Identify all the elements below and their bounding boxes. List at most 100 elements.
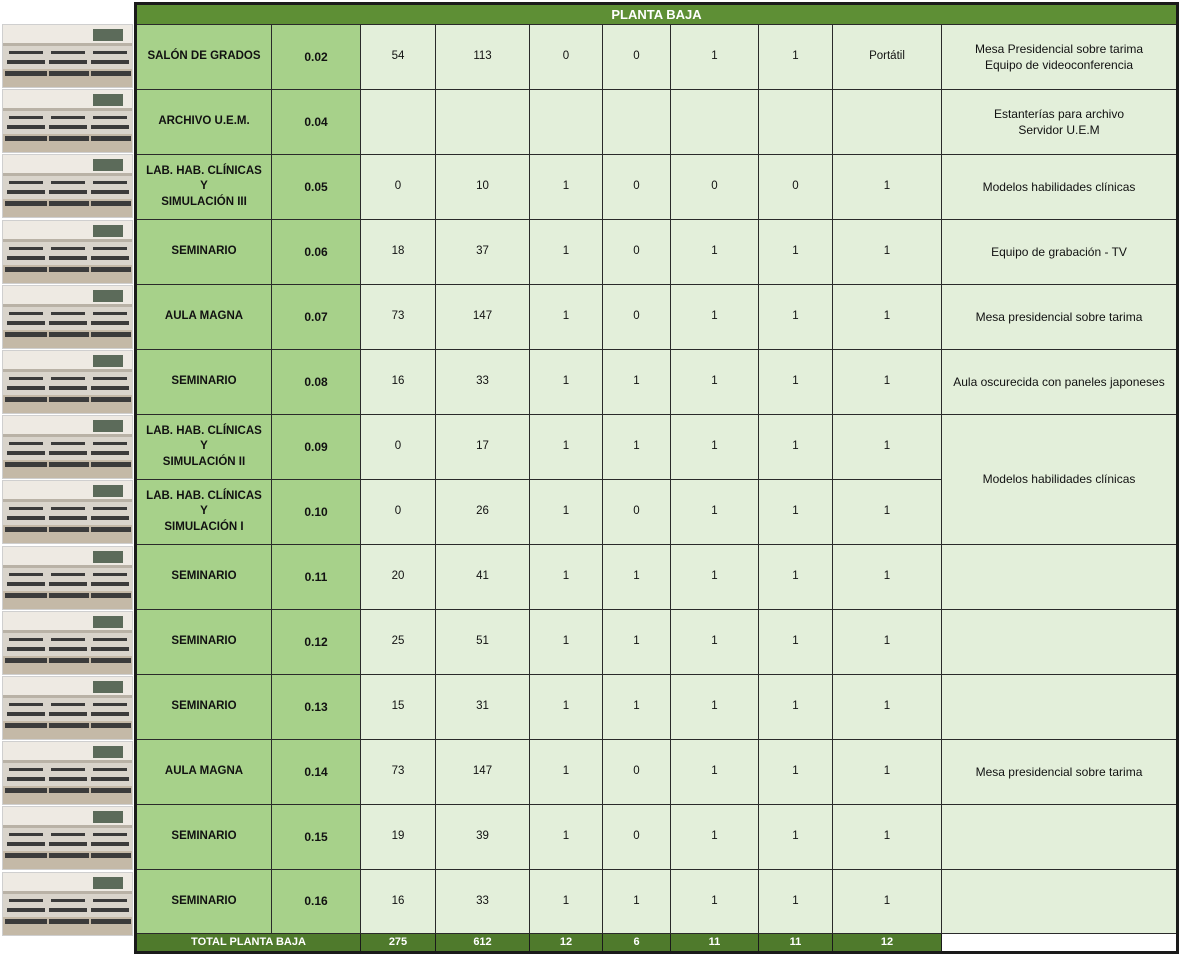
table-row: AULA MAGNA 0.14 73 147 1 0 1 1 1 Mesa presidencia… bbox=[135, 739, 1178, 805]
table-row: SEMINARIO 0.13 15 31 1 1 1 1 1 bbox=[135, 674, 1178, 740]
value-cell: 147 bbox=[435, 284, 530, 350]
room-name-line: SIMULACIÓN II bbox=[162, 455, 246, 468]
observation-line: Modelos habilidades clínicas bbox=[982, 472, 1136, 487]
value-cell bbox=[529, 89, 603, 155]
value-cell: 10 bbox=[435, 154, 530, 220]
value-cell: 0 bbox=[602, 739, 671, 805]
room-name: ARCHIVO U.E.M. bbox=[135, 89, 272, 155]
value-cell bbox=[360, 89, 436, 155]
value-cell: 1 bbox=[758, 284, 833, 350]
room-code: 0.06 bbox=[271, 219, 361, 285]
observations-cell: Aula oscurecida con paneles japoneses bbox=[941, 349, 1178, 415]
room-name-line: SEMINARIO bbox=[171, 375, 237, 388]
value-cell: 1 bbox=[758, 739, 833, 805]
value-cell: 1 bbox=[832, 219, 942, 285]
room-name-line: LAB. HAB. CLÍNICAS Y bbox=[146, 424, 262, 453]
room-name-line: LAB. HAB. CLÍNICAS Y bbox=[146, 164, 262, 193]
total-value: 11 bbox=[670, 933, 759, 953]
table-row: SEMINARIO 0.08 16 33 1 1 1 1 1 Aula oscurecida co… bbox=[135, 349, 1178, 415]
room-code: 0.14 bbox=[271, 739, 361, 805]
observations-cell bbox=[941, 544, 1178, 610]
observation-line: Servidor U.E.M bbox=[1018, 123, 1100, 137]
room-name-line: AULA MAGNA bbox=[164, 310, 244, 323]
observations-cell bbox=[941, 674, 1178, 740]
value-cell: 1 bbox=[529, 219, 603, 285]
table-row: AULA MAGNA 0.07 73 147 1 0 1 1 1 Mesa presidencia… bbox=[135, 284, 1178, 350]
observations-cell: Equipo de grabación - TV bbox=[941, 219, 1178, 285]
room-name: AULA MAGNA bbox=[135, 739, 272, 805]
value-cell: 1 bbox=[670, 674, 759, 740]
room-code: 0.02 bbox=[271, 24, 361, 90]
value-cell: 26 bbox=[435, 479, 530, 545]
value-cell: 1 bbox=[758, 349, 833, 415]
value-cell bbox=[670, 89, 759, 155]
value-cell: 1 bbox=[758, 479, 833, 545]
value-cell: 113 bbox=[435, 24, 530, 90]
observation-line: Aula oscurecida con paneles japoneses bbox=[953, 374, 1165, 389]
value-cell: 16 bbox=[360, 349, 436, 415]
observation-line: Estanterías para archivo bbox=[993, 106, 1125, 121]
seminar-room-photo bbox=[2, 871, 133, 936]
seminar-room-photo bbox=[2, 545, 133, 610]
value-cell: 1 bbox=[670, 869, 759, 934]
observation-line: Equipo de videoconferencia bbox=[984, 58, 1134, 72]
value-cell: 1 bbox=[758, 804, 833, 870]
value-cell: 0 bbox=[602, 219, 671, 285]
room-name-line: LAB. HAB. CLÍNICAS Y bbox=[146, 489, 262, 518]
value-cell: 1 bbox=[832, 544, 942, 610]
room-name-line: SEMINARIO bbox=[171, 245, 237, 258]
value-cell: 1 bbox=[758, 544, 833, 610]
room-name: SEMINARIO bbox=[135, 804, 272, 870]
value-cell: 1 bbox=[832, 804, 942, 870]
value-cell: 1 bbox=[529, 479, 603, 545]
value-cell bbox=[758, 89, 833, 155]
table-row: SEMINARIO 0.16 16 33 1 1 1 1 1 bbox=[135, 869, 1178, 934]
total-value: 12 bbox=[832, 933, 942, 953]
value-cell: 39 bbox=[435, 804, 530, 870]
seminar-room-photo bbox=[2, 350, 133, 414]
room-name-line: SEMINARIO bbox=[171, 830, 237, 843]
room-name-line: SEMINARIO bbox=[171, 570, 237, 583]
value-cell: 1 bbox=[529, 804, 603, 870]
value-cell: 1 bbox=[758, 219, 833, 285]
value-cell: 1 bbox=[758, 869, 833, 934]
value-cell: 1 bbox=[529, 609, 603, 675]
total-value: 275 bbox=[360, 933, 436, 953]
value-cell: 1 bbox=[529, 739, 603, 805]
observation-line: Mesa presidencial sobre tarima bbox=[975, 309, 1143, 324]
value-cell: 33 bbox=[435, 869, 530, 934]
value-cell: 1 bbox=[758, 24, 833, 90]
total-label: TOTAL PLANTA BAJA bbox=[135, 933, 361, 953]
lecture-hall-photo bbox=[2, 284, 133, 349]
value-cell: 1 bbox=[758, 609, 833, 675]
value-cell: 147 bbox=[435, 739, 530, 805]
value-cell: 73 bbox=[360, 739, 436, 805]
observation-line: Mesa Presidencial sobre tarima bbox=[974, 41, 1144, 56]
value-cell: 19 bbox=[360, 804, 436, 870]
observation-line: Modelos habilidades clínicas bbox=[982, 179, 1136, 194]
observation-line: Mesa presidencial sobre tarima bbox=[975, 764, 1143, 779]
value-cell bbox=[435, 89, 530, 155]
room-name: SALÓN DE GRADOS bbox=[135, 24, 272, 90]
value-cell: 1 bbox=[602, 674, 671, 740]
value-cell: 1 bbox=[529, 869, 603, 934]
total-row: TOTAL PLANTA BAJA 275 612 12 6 11 11 12 bbox=[135, 933, 1178, 953]
value-cell: 73 bbox=[360, 284, 436, 350]
value-cell: 1 bbox=[602, 609, 671, 675]
value-cell: 1 bbox=[832, 284, 942, 350]
value-cell: 1 bbox=[832, 609, 942, 675]
value-cell: 18 bbox=[360, 219, 436, 285]
value-cell: 20 bbox=[360, 544, 436, 610]
value-cell: 51 bbox=[435, 609, 530, 675]
room-name-line: SEMINARIO bbox=[171, 700, 237, 713]
observations-cell: Mesa presidencial sobre tarima bbox=[941, 739, 1178, 805]
total-value: 612 bbox=[435, 933, 530, 953]
value-cell: 41 bbox=[435, 544, 530, 610]
value-cell: Portátil bbox=[832, 24, 942, 90]
value-cell: 0 bbox=[758, 154, 833, 220]
total-blank-cell bbox=[941, 933, 1178, 953]
clinical-lab-photo bbox=[2, 415, 133, 480]
room-name: SEMINARIO bbox=[135, 219, 272, 285]
seminar-room-photo bbox=[2, 219, 133, 284]
total-value: 6 bbox=[602, 933, 671, 953]
